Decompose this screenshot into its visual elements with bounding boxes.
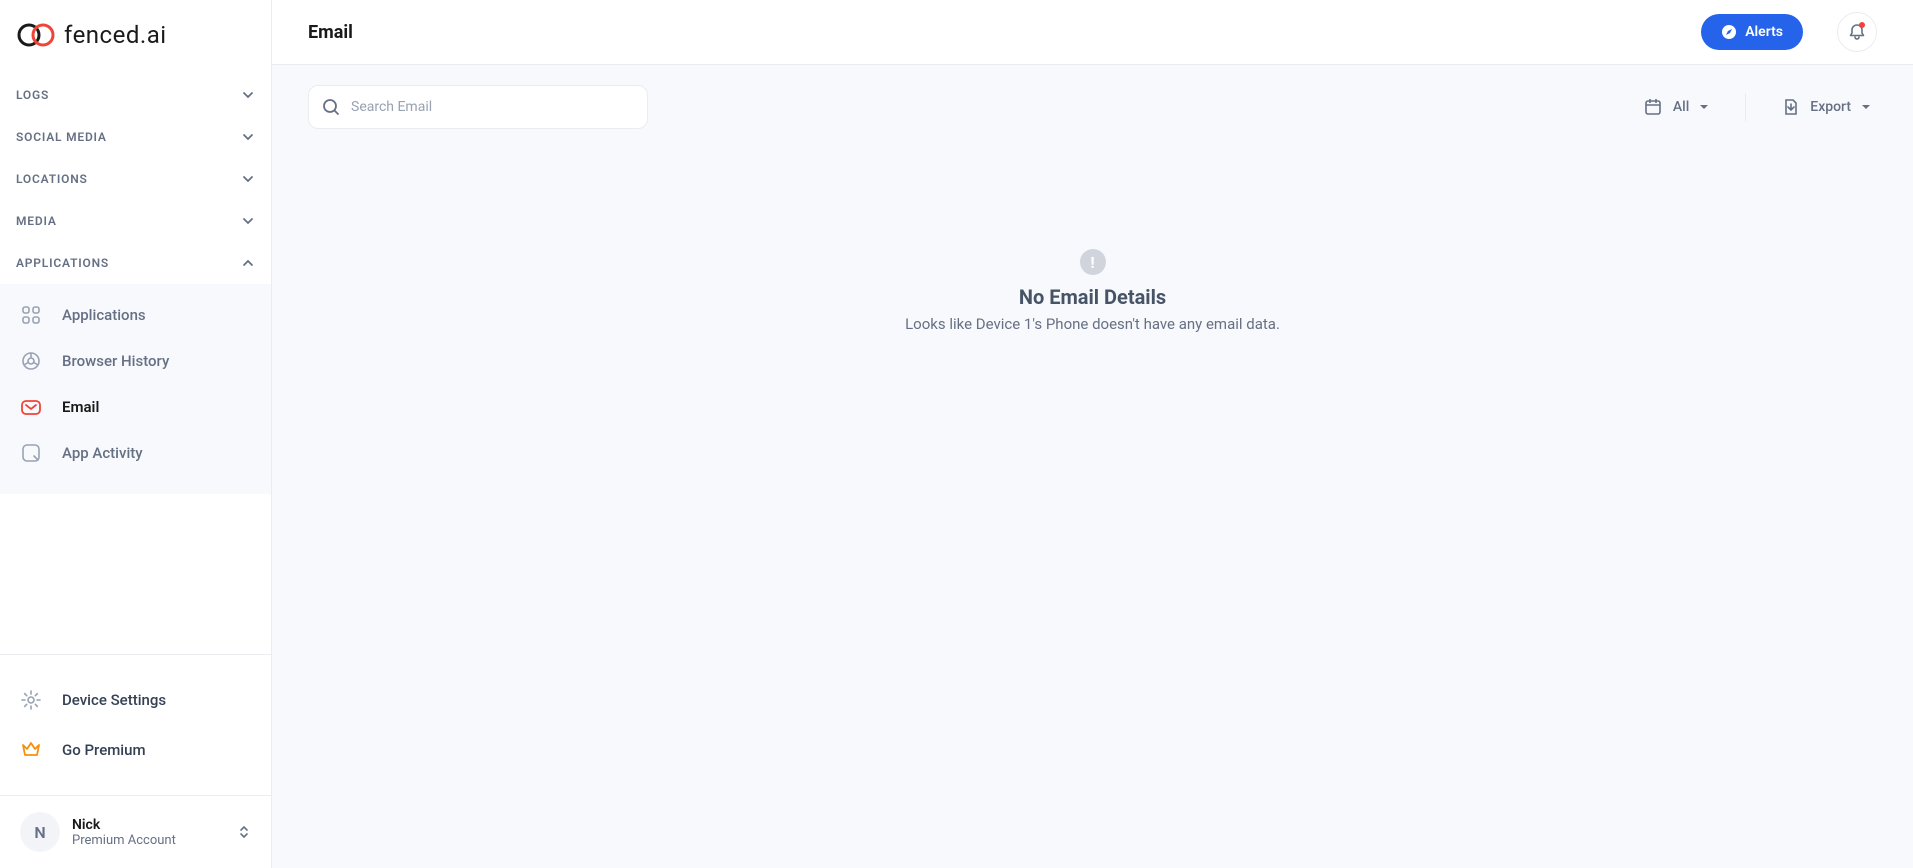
date-filter[interactable]: All — [1637, 97, 1715, 117]
calendar-icon — [1643, 97, 1663, 117]
sidebar-item-browser-history[interactable]: Browser History — [0, 338, 271, 384]
chevron-down-icon — [241, 88, 255, 102]
alerts-button[interactable]: Alerts — [1701, 14, 1803, 50]
notification-dot — [1859, 22, 1865, 28]
gear-icon — [20, 689, 42, 711]
nav-section-applications: APPLICATIONS — [0, 242, 271, 284]
applications-sub-items: Applications Browser History Email App A… — [0, 284, 271, 494]
nav-header-media[interactable]: MEDIA — [16, 200, 255, 242]
toolbar: All Export — [272, 65, 1913, 149]
export-button[interactable]: Export — [1776, 98, 1877, 116]
sidebar-item-go-premium[interactable]: Go Premium — [0, 725, 271, 775]
notifications-button[interactable] — [1837, 12, 1877, 52]
search-icon — [322, 98, 340, 116]
compass-icon — [1721, 24, 1737, 40]
avatar: N — [20, 812, 60, 852]
sidebar-bottom: Device Settings Go Premium N Nick Premiu… — [0, 654, 271, 868]
search-wrap — [308, 85, 648, 129]
activity-icon — [20, 442, 42, 464]
topbar: Email Alerts — [272, 0, 1913, 65]
chevron-down-icon — [241, 172, 255, 186]
nav-header-locations[interactable]: LOCATIONS — [16, 158, 255, 200]
sidebar: fenced.ai LOGS SOCIAL MEDIA LOCATIONS ME… — [0, 0, 272, 868]
sidebar-item-email[interactable]: Email — [0, 384, 271, 430]
caret-down-icon — [1861, 102, 1871, 112]
chevron-up-icon — [241, 256, 255, 270]
alert-icon: ! — [1080, 249, 1106, 275]
nav-section-logs: LOGS — [0, 74, 271, 116]
content-area: ! No Email Details Looks like Device 1's… — [272, 149, 1913, 868]
nav-header-applications[interactable]: APPLICATIONS — [16, 242, 255, 284]
chevron-down-icon — [241, 130, 255, 144]
main: Email Alerts All — [272, 0, 1913, 868]
logo-icon — [16, 20, 60, 50]
nav-section-social: SOCIAL MEDIA — [0, 116, 271, 158]
email-icon — [20, 396, 42, 418]
sidebar-item-app-activity[interactable]: App Activity — [0, 430, 271, 476]
empty-title: No Email Details — [1019, 285, 1166, 309]
nav-header-social[interactable]: SOCIAL MEDIA — [16, 116, 255, 158]
sort-icon — [237, 823, 251, 841]
sidebar-item-device-settings[interactable]: Device Settings — [0, 675, 271, 725]
divider — [1745, 93, 1746, 121]
crown-icon — [20, 739, 42, 761]
sidebar-item-applications[interactable]: Applications — [0, 292, 271, 338]
browser-icon — [20, 350, 42, 372]
nav-section-media: MEDIA — [0, 200, 271, 242]
nav-header-logs[interactable]: LOGS — [16, 74, 255, 116]
empty-subtitle: Looks like Device 1's Phone doesn't have… — [905, 315, 1280, 333]
chevron-down-icon — [241, 214, 255, 228]
caret-down-icon — [1699, 102, 1709, 112]
search-input[interactable] — [308, 85, 648, 129]
page-title: Email — [308, 22, 353, 43]
apps-icon — [20, 304, 42, 326]
user-menu[interactable]: N Nick Premium Account — [0, 795, 271, 868]
nav-section-locations: LOCATIONS — [0, 158, 271, 200]
logo-text: fenced.ai — [64, 21, 167, 49]
export-icon — [1782, 98, 1800, 116]
user-plan: Premium Account — [72, 833, 225, 848]
user-name: Nick — [72, 817, 225, 833]
logo[interactable]: fenced.ai — [0, 0, 271, 74]
